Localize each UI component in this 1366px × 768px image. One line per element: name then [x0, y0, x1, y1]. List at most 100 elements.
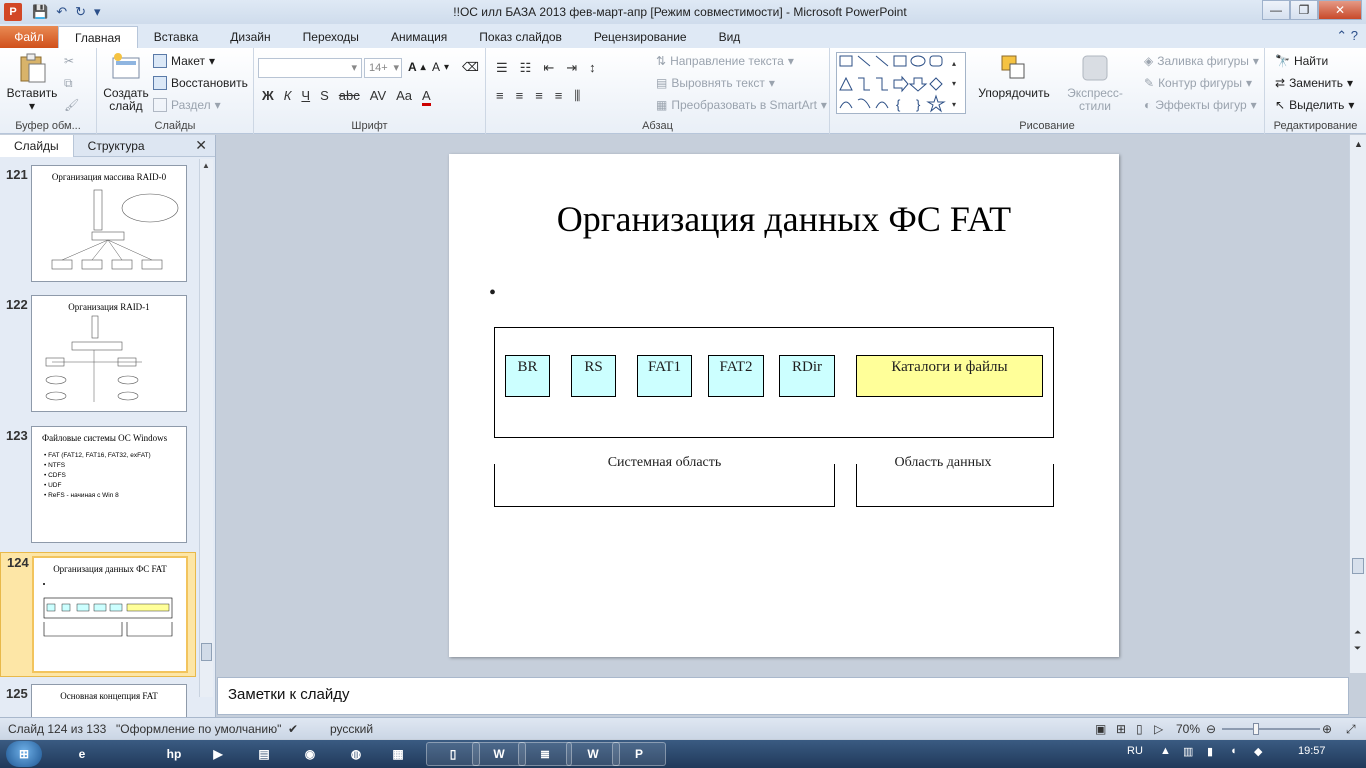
- tab-design[interactable]: Дизайн: [214, 26, 286, 48]
- format-painter-icon[interactable]: 🖌: [64, 98, 79, 112]
- media-player-icon[interactable]: ▶: [198, 742, 238, 766]
- close-icon[interactable]: ✕: [195, 137, 207, 154]
- bullets-icon[interactable]: ☰: [496, 60, 508, 76]
- align-right-icon[interactable]: ≡: [535, 88, 543, 104]
- layout-button[interactable]: Макет ▾: [153, 54, 215, 68]
- change-case-button[interactable]: Aa: [396, 88, 412, 106]
- powerpoint-window-icon[interactable]: P: [612, 742, 666, 766]
- close-button[interactable]: ✕: [1318, 0, 1362, 20]
- slide-title[interactable]: Организация данных ФС FAT: [449, 198, 1119, 240]
- cell-fat2[interactable]: FAT2: [708, 355, 764, 397]
- find-button[interactable]: 🔭 Найти: [1275, 54, 1328, 68]
- bold-button[interactable]: Ж: [262, 88, 274, 106]
- spellcheck-icon[interactable]: ✔: [288, 722, 298, 736]
- powerpoint-app-icon[interactable]: P: [4, 3, 22, 21]
- tab-slideshow[interactable]: Показ слайдов: [463, 26, 578, 48]
- internet-explorer-icon[interactable]: e: [62, 742, 102, 766]
- fit-to-window-icon[interactable]: ⤢: [1346, 722, 1356, 737]
- save-icon[interactable]: 💾: [32, 4, 48, 20]
- volume-icon[interactable]: ◖: [1230, 745, 1237, 757]
- reading-view-icon[interactable]: ▯: [1136, 722, 1143, 736]
- slide-thumbnail-125[interactable]: 125 Основная концепция FAT: [0, 684, 196, 717]
- zoom-out-icon[interactable]: ⊖: [1206, 722, 1216, 736]
- tab-file[interactable]: Файл: [0, 26, 58, 48]
- normal-view-icon[interactable]: ▣: [1095, 722, 1106, 736]
- tab-slides[interactable]: Слайды: [0, 134, 74, 157]
- zoom-in-icon[interactable]: ⊕: [1322, 722, 1332, 736]
- shape-fill-button[interactable]: ◈ Заливка фигуры ▾: [1144, 54, 1259, 68]
- slide-thumbnail-123[interactable]: 123 Файловые системы ОС Windows FAT (FAT…: [0, 426, 196, 548]
- data-area-label[interactable]: Область данных: [856, 455, 1030, 471]
- tab-view[interactable]: Вид: [703, 26, 757, 48]
- tab-transitions[interactable]: Переходы: [287, 26, 375, 48]
- language-indicator[interactable]: русский: [330, 722, 373, 736]
- firefox-icon[interactable]: ◍: [336, 742, 376, 766]
- cut-icon[interactable]: ✂: [64, 54, 74, 68]
- smartart-button[interactable]: ▦ Преобразовать в SmartArt ▾: [656, 98, 827, 112]
- justify-icon[interactable]: ≡: [555, 88, 563, 104]
- bullet-placeholder[interactable]: •: [489, 282, 496, 305]
- slide-thumbnail-121[interactable]: 121 Организация массива RAID-0: [0, 165, 196, 287]
- winrar-window-icon[interactable]: ≣: [518, 742, 572, 766]
- explorer-folder-icon[interactable]: ▤: [244, 742, 284, 766]
- arrange-button[interactable]: Упорядочить: [976, 52, 1052, 100]
- maximize-button[interactable]: ❐: [1290, 0, 1318, 20]
- slide-canvas[interactable]: Организация данных ФС FAT • BR RS FAT1 F…: [449, 154, 1119, 657]
- notes-pane[interactable]: Заметки к слайду: [217, 677, 1349, 715]
- zoom-slider-knob[interactable]: [1253, 723, 1259, 735]
- line-spacing-icon[interactable]: ↕: [589, 60, 596, 76]
- shadow-button[interactable]: S: [320, 88, 329, 106]
- font-name-combo[interactable]: ▾: [258, 58, 362, 78]
- slide-thumbnail-122[interactable]: 122 Организация RAID-1: [0, 295, 196, 417]
- signal-icon[interactable]: ▮: [1207, 745, 1213, 758]
- scroll-up-icon[interactable]: ▲: [1354, 139, 1363, 149]
- cell-rs[interactable]: RS: [571, 355, 616, 397]
- font-color-button[interactable]: A: [422, 88, 431, 106]
- align-text-button[interactable]: ▤ Выровнять текст ▾: [656, 76, 775, 90]
- security-icon[interactable]: ◆: [1254, 745, 1262, 758]
- chrome-icon[interactable]: ◉: [290, 742, 330, 766]
- copy-icon[interactable]: ⧉: [64, 76, 73, 91]
- system-area-label[interactable]: Системная область: [494, 455, 835, 471]
- shape-effects-button[interactable]: ◐ Эффекты фигур ▾: [1144, 98, 1257, 112]
- input-language[interactable]: RU: [1127, 745, 1143, 757]
- reset-button[interactable]: Восстановить: [153, 76, 248, 90]
- redo-icon[interactable]: ↻: [75, 4, 86, 20]
- slide-sorter-icon[interactable]: ⊞: [1116, 722, 1126, 736]
- cell-fat1[interactable]: FAT1: [637, 355, 692, 397]
- show-hidden-icons[interactable]: ▲: [1160, 745, 1171, 757]
- editor-scrollbar[interactable]: ▲ ⏶ ⏷: [1349, 135, 1366, 673]
- network-icon[interactable]: ▥: [1183, 745, 1193, 758]
- next-slide-icon[interactable]: ⏷: [1354, 643, 1361, 654]
- shapes-gallery[interactable]: { } ▴ ▾ ▾: [836, 52, 966, 114]
- previous-slide-icon[interactable]: ⏶: [1354, 627, 1361, 638]
- shape-outline-button[interactable]: ✎ Контур фигуры ▾: [1144, 76, 1252, 90]
- strikethrough-button[interactable]: abc: [339, 88, 360, 106]
- increase-indent-icon[interactable]: ⇥: [566, 60, 577, 76]
- paste-button[interactable]: Вставить ▾: [6, 52, 58, 113]
- cell-br[interactable]: BR: [505, 355, 550, 397]
- tab-insert[interactable]: Вставка: [138, 26, 215, 48]
- font-size-combo[interactable]: 14+ ▾: [364, 58, 402, 78]
- replace-button[interactable]: ⇄ Заменить ▾: [1275, 76, 1353, 90]
- underline-button[interactable]: Ч: [301, 88, 310, 106]
- new-slide-button[interactable]: Создать слайд: [101, 52, 151, 113]
- tab-home[interactable]: Главная: [58, 26, 138, 48]
- decrease-indent-icon[interactable]: ⇤: [543, 60, 554, 76]
- start-button[interactable]: ⊞: [6, 741, 42, 767]
- theme-name[interactable]: "Оформление по умолчанию": [116, 722, 281, 736]
- tab-review[interactable]: Рецензирование: [578, 26, 703, 48]
- section-button[interactable]: Раздел ▾: [153, 98, 221, 112]
- minimize-button[interactable]: —: [1262, 0, 1290, 20]
- align-left-icon[interactable]: ≡: [496, 88, 504, 104]
- slideshow-icon[interactable]: ▷: [1154, 722, 1163, 736]
- cell-rdir[interactable]: RDir: [779, 355, 835, 397]
- help-icon[interactable]: ⌃ ?: [1336, 28, 1358, 44]
- tab-animations[interactable]: Анимация: [375, 26, 463, 48]
- slide-thumbnail-124[interactable]: 124 Организация данных ФС FAT: [0, 552, 196, 677]
- quick-styles-button[interactable]: Экспресс-стили: [1052, 52, 1138, 113]
- scroll-up-icon[interactable]: ▲: [202, 161, 210, 170]
- panel-scrollbar[interactable]: ▲: [199, 159, 213, 697]
- grow-font-button[interactable]: A ▴: [408, 60, 426, 74]
- text-direction-button[interactable]: ⇅ Направление текста ▾: [656, 54, 794, 68]
